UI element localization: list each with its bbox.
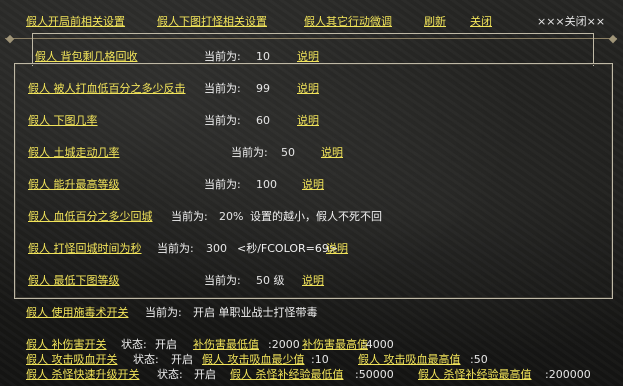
menu-map-farm-settings-link[interactable]: 假人下图打怪相关设置 xyxy=(157,15,267,29)
fast-level-min-value: :50000 xyxy=(355,368,394,381)
row-max-level-label: 当前为: xyxy=(204,178,241,191)
row-return-time-help-link[interactable]: 说明 xyxy=(326,242,348,256)
lifesteal-status-label: 状态: xyxy=(133,353,159,366)
lifesteal-toggle-link[interactable]: 假人 攻击吸血开关 xyxy=(26,353,118,367)
row-low-hp-return-note: 设置的越小，假人不死不回 xyxy=(250,210,382,223)
menu-refresh-link[interactable]: 刷新 xyxy=(424,15,446,29)
row-counterattack-help-link[interactable]: 说明 xyxy=(297,82,319,96)
poison-value: 开启 单职业战士打怪带毒 xyxy=(193,306,318,319)
row-town-walk-label: 当前为: xyxy=(231,146,268,159)
row-min-map-level-help-link[interactable]: 说明 xyxy=(302,274,324,288)
row-min-map-level-label: 当前为: xyxy=(204,274,241,287)
damage-boost-max-value: :4000 xyxy=(362,338,394,351)
lifesteal-status: 开启 xyxy=(171,353,193,366)
row-town-walk-value: 50 xyxy=(281,146,295,159)
fast-level-min-link[interactable]: 假人 杀怪补经验最低值 xyxy=(230,368,344,382)
row-map-chance-value: 60 xyxy=(256,114,270,127)
row-bag-recycle-label: 当前为: xyxy=(204,50,241,63)
row-return-time-link[interactable]: 假人 打怪回城时间为秒 xyxy=(28,242,142,256)
damage-boost-toggle-link[interactable]: 假人 补伤害开关 xyxy=(26,338,107,352)
frame-corner-ornament-right-icon: ◆ xyxy=(608,32,618,45)
row-counterattack-link[interactable]: 假人 被人打血低百分之多少反击 xyxy=(28,82,186,96)
row-bag-recycle-value: 10 xyxy=(256,50,270,63)
row-counterattack-label: 当前为: xyxy=(204,82,241,95)
lifesteal-max-value: :50 xyxy=(470,353,488,366)
lifesteal-max-link[interactable]: 假人 攻击吸血最高值 xyxy=(358,353,461,367)
close-right-button[interactable]: ×××关闭×× xyxy=(537,15,605,29)
menu-other-actions-link[interactable]: 假人其它行动微调 xyxy=(304,15,392,29)
row-map-chance-label: 当前为: xyxy=(204,114,241,127)
lifesteal-min-link[interactable]: 假人 攻击吸血最少值 xyxy=(202,353,305,367)
row-low-hp-return-link[interactable]: 假人 血低百分之多少回城 xyxy=(28,210,153,224)
poison-label: 当前为: xyxy=(145,306,182,319)
row-town-walk-help-link[interactable]: 说明 xyxy=(321,146,343,160)
row-low-hp-return-value: 20% xyxy=(219,210,244,223)
row-max-level-help-link[interactable]: 说明 xyxy=(302,178,324,192)
fast-level-max-value: :200000 xyxy=(545,368,591,381)
damage-boost-max-link[interactable]: 补伤害最高值 xyxy=(302,338,368,352)
fast-level-status: 开启 xyxy=(194,368,216,381)
row-bag-recycle-help-link[interactable]: 说明 xyxy=(297,50,319,64)
row-max-level-link[interactable]: 假人 能升最高等级 xyxy=(28,178,120,192)
lifesteal-min-value: :10 xyxy=(311,353,329,366)
row-return-time-label: 当前为: xyxy=(157,242,194,255)
fast-level-status-label: 状态: xyxy=(157,368,183,381)
fast-level-max-link[interactable]: 假人 杀怪补经验最高值 xyxy=(418,368,532,382)
fast-level-toggle-link[interactable]: 假人 杀怪快速升级开关 xyxy=(26,368,140,382)
row-return-time-note: <秒/FCOLOR=69> xyxy=(237,242,339,255)
poison-toggle-link[interactable]: 假人 使用施毒术开关 xyxy=(26,306,129,320)
row-map-chance-link[interactable]: 假人 下图几率 xyxy=(28,114,98,128)
row-return-time-value: 300 xyxy=(206,242,227,255)
row-map-chance-help-link[interactable]: 说明 xyxy=(297,114,319,128)
row-max-level-value: 100 xyxy=(256,178,277,191)
damage-boost-min-value: :2000 xyxy=(268,338,300,351)
damage-boost-status-label: 状态: xyxy=(121,338,147,351)
row-low-hp-return-label: 当前为: xyxy=(171,210,208,223)
damage-boost-status: 开启 xyxy=(155,338,177,351)
menu-close-link[interactable]: 关闭 xyxy=(470,15,492,29)
row-counterattack-value: 99 xyxy=(256,82,270,95)
damage-boost-min-link[interactable]: 补伤害最低值 xyxy=(193,338,259,352)
row-min-map-level-link[interactable]: 假人 最低下图等级 xyxy=(28,274,120,288)
row-town-walk-link[interactable]: 假人 土城走动几率 xyxy=(28,146,120,160)
frame-corner-ornament-left-icon: ◆ xyxy=(5,32,15,45)
row-min-map-level-value: 50 级 xyxy=(256,274,285,287)
row-bag-recycle-link[interactable]: 假人 背包剩几格回收 xyxy=(35,50,138,64)
menu-start-settings-link[interactable]: 假人开局前相关设置 xyxy=(26,15,125,29)
